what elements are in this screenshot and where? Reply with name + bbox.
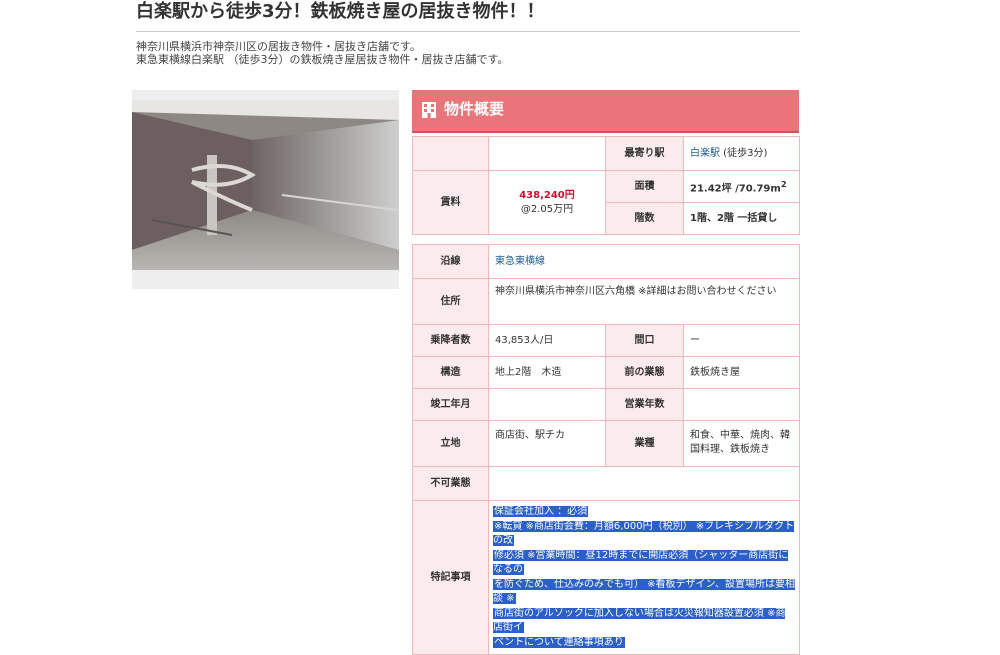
overview-table: 最寄り駅 白楽駅 (徒歩3分) 賃料 438,240円 @2.05万円 面積 2… — [412, 136, 800, 235]
notes-line: 商店街のアルソックに加入しない場合は火災報知器設置必須 ※商店街イ — [493, 607, 786, 633]
description-line: 神奈川県横浜市神奈川区の居抜き物件・居抜き店舗です。 — [136, 40, 421, 53]
page-title: 白楽駅から徒歩3分！鉄板焼き屋の居抜き物件！！ — [136, 1, 545, 22]
line-link[interactable]: 東急東横線 — [495, 256, 545, 267]
area-unit-sup: 2 — [780, 178, 787, 189]
overview-blank-value — [488, 136, 606, 171]
rent-label: 賃料 — [412, 170, 489, 235]
unavailable-value — [488, 466, 800, 501]
years-label: 営業年数 — [605, 388, 684, 421]
notes-label: 特記事項 — [412, 500, 489, 655]
address-value: 神奈川県横浜市神奈川区六角橋 ※詳細はお問い合わせください — [488, 278, 800, 325]
frontage-value: ー — [683, 324, 800, 357]
property-photo[interactable] — [132, 90, 399, 289]
built-value — [488, 388, 606, 421]
location-value: 商店街、駅チカ — [488, 420, 606, 467]
station-walk: (徒歩3分) — [720, 147, 768, 159]
location-label: 立地 — [412, 420, 489, 467]
passengers-value: 43,853人/日 — [488, 324, 606, 357]
notes-line: ベントについて連絡事項あり — [493, 636, 625, 648]
address-label: 住所 — [412, 278, 489, 325]
nearest-station-value: 白楽駅 (徒歩3分) — [683, 136, 800, 171]
prev-business-value: 鉄板焼き屋 — [683, 356, 800, 389]
floors-label: 階数 — [605, 202, 684, 235]
notes-line: ※転貸 ※商店街会費：月額6,000円（税別） ※フレキシブルダクトの改 — [493, 520, 795, 546]
details-table: 沿線 東急東横線 住所 神奈川県横浜市神奈川区六角橋 ※詳細はお問い合わせくださ… — [412, 244, 800, 655]
rent-value: 438,240円 @2.05万円 — [488, 170, 606, 235]
page-description: 神奈川県横浜市神奈川区の居抜き物件・居抜き店舗です。 東急東横線白楽駅 （徒歩3… — [136, 40, 508, 66]
nearest-station-label: 最寄り駅 — [605, 136, 684, 171]
floors-value: 1階、2階 一括貸し — [683, 202, 800, 235]
line-label: 沿線 — [412, 244, 489, 279]
category-value: 和食、中華、焼肉、韓国料理、鉄板焼き — [683, 420, 800, 467]
area-text: 21.42坪 /70.79m — [690, 183, 781, 195]
notes-line: 修必須 ※営業時間：昼12時までに開店必須（シャッター商店街になるの — [493, 549, 789, 575]
category-label: 業種 — [605, 420, 684, 467]
notes-line: 保証会社加入 ：必須 — [493, 506, 589, 517]
station-link[interactable]: 白楽駅 — [690, 148, 720, 159]
overview-heading: 物件概要 — [444, 100, 505, 118]
notes-line: を防ぐため、仕込みのみでも可） ※看板デザイン、設置場所は要相談 ※ — [493, 578, 795, 604]
built-label: 竣工年月 — [412, 388, 489, 421]
overview-header: 物件概要 — [412, 90, 799, 133]
structure-label: 構造 — [412, 356, 489, 389]
unavailable-label: 不可業態 — [412, 466, 489, 501]
area-label: 面積 — [605, 170, 684, 203]
property-interior-image — [132, 100, 399, 270]
description-line: 東急東横線白楽駅 （徒歩3分）の鉄板焼き屋居抜き物件・居抜き店舗です。 — [136, 53, 509, 66]
years-value — [683, 388, 800, 421]
overview-blank-label — [412, 136, 489, 171]
rent-unit-price: @2.05万円 — [520, 203, 574, 215]
title-divider — [136, 31, 800, 32]
prev-business-label: 前の業態 — [605, 356, 684, 389]
passengers-label: 乗降者数 — [412, 324, 489, 357]
structure-value: 地上2階 木造 — [488, 356, 606, 389]
area-value: 21.42坪 /70.79m2 — [683, 170, 800, 203]
building-icon — [422, 102, 436, 118]
line-value: 東急東横線 — [488, 244, 800, 279]
notes-value[interactable]: 保証会社加入 ：必須 ※転貸 ※商店街会費：月額6,000円（税別） ※フレキシ… — [488, 500, 800, 655]
rent-price: 438,240円 — [519, 189, 575, 201]
frontage-label: 間口 — [605, 324, 684, 357]
